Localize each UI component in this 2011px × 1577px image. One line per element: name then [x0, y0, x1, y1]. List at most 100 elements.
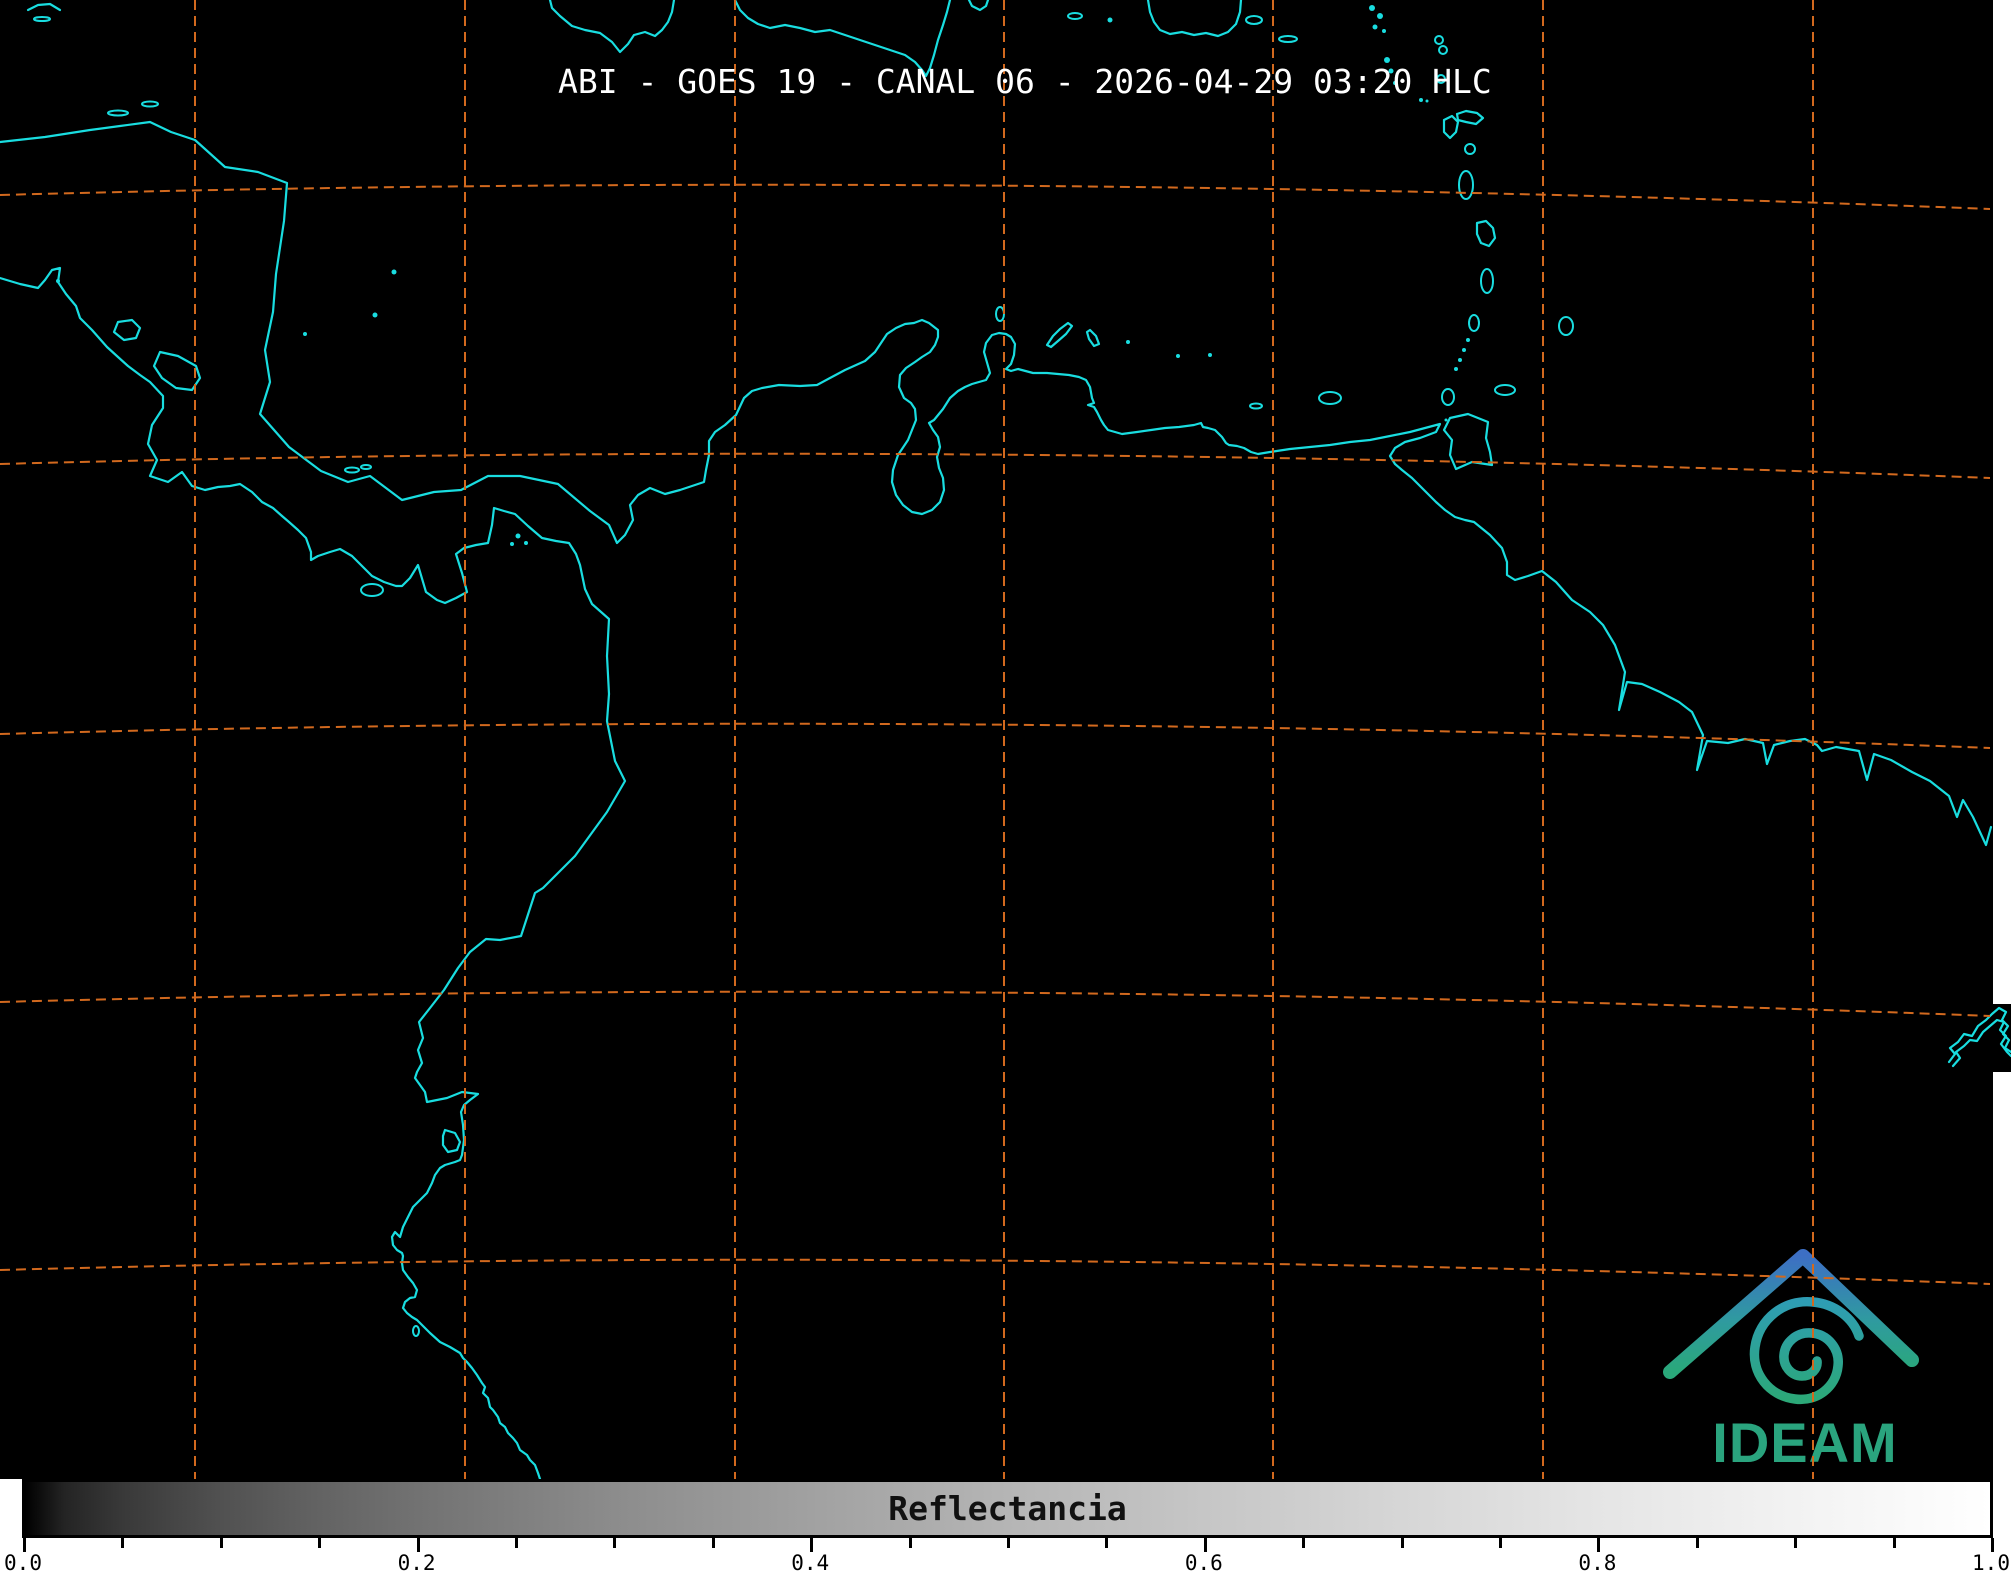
margarita-island: [1318, 391, 1342, 405]
los-roques-1: [1176, 354, 1180, 358]
los-roques-3: [1126, 340, 1130, 344]
marie-galante-island: [1464, 143, 1476, 155]
parallel-gridline: [0, 452, 1991, 479]
colorbar-minor-tick: [121, 1538, 125, 1548]
colorbar-tick-label: 0.2: [397, 1551, 436, 1575]
lobos-island: [412, 1325, 420, 1337]
vieques-island: [1245, 15, 1263, 25]
dominica-island: [1458, 170, 1474, 200]
guadeloupe-east: [1455, 109, 1485, 126]
coastline-jamaica: [548, 0, 676, 54]
colorbar-minor-tick: [908, 1538, 912, 1548]
map-vector-layer: IDEAM: [0, 0, 2011, 1479]
colorbar-minor-tick: [515, 1538, 518, 1548]
coastline-caribbean-mainland: [0, 120, 1993, 847]
curacao: [1045, 321, 1074, 349]
parallel-gridline: [0, 990, 1991, 1017]
coastline-layer: [0, 0, 1993, 1479]
logo-text: IDEAM: [1712, 1411, 1897, 1474]
gridline-layer: [0, 0, 1991, 1479]
chacachacare-islet: [1444, 418, 1448, 422]
grenadines-2: [1462, 348, 1466, 352]
guadeloupe-west: [1442, 114, 1460, 140]
parallel-gridline: [0, 1258, 1991, 1285]
mona-island: [1107, 17, 1113, 23]
grenadines-4: [1454, 367, 1458, 371]
barbuda-island: [1434, 35, 1444, 45]
colorbar-minor-tick: [1499, 1538, 1502, 1548]
colorbar-minor-tick: [1695, 1538, 1699, 1548]
colorbar-minor-tick: [1302, 1538, 1306, 1548]
logo-mountain-icon: [1663, 1249, 1919, 1379]
grenadines-1: [1466, 338, 1470, 342]
fonseca-islet: [56, 279, 60, 283]
colorbar-minor-tick: [1400, 1538, 1404, 1548]
puna-island: [441, 1128, 462, 1154]
parallel-gridline: [0, 722, 1991, 749]
la-tortuga-island: [1249, 402, 1263, 410]
los-roques-2: [1208, 353, 1212, 357]
ideam-logo: IDEAM: [1663, 1249, 1919, 1474]
saona-island: [1067, 12, 1083, 20]
colorbar-major-tick: [810, 1538, 814, 1552]
colorbar-major-tick: [1203, 1538, 1207, 1552]
coastline-hispaniola-east: [967, 0, 990, 12]
antigua-island: [1438, 45, 1448, 55]
lake-managua: [112, 318, 142, 342]
colorbar-tick-label: 0.8: [1578, 1551, 1617, 1575]
roatan-island: [107, 109, 129, 117]
aruba-island: [995, 306, 1005, 322]
colorbar-label: Reflectancia: [888, 1489, 1127, 1528]
colorbar: Reflectancia: [22, 1479, 1993, 1538]
coiba-island: [360, 583, 384, 597]
colorbar-minor-tick: [1892, 1538, 1896, 1548]
colorbar-minor-tick: [219, 1538, 223, 1548]
colorbar-major-tick: [23, 1538, 26, 1552]
colorbar-tick-label: 0.4: [791, 1551, 830, 1575]
st-croix-island: [1278, 35, 1298, 43]
colorbar-tick-label: 0.6: [1184, 1551, 1223, 1575]
colorbar-minor-tick: [1105, 1538, 1109, 1548]
pearl-island-1: [515, 533, 521, 539]
st-vincent-island: [1468, 314, 1480, 332]
colorbar-minor-tick: [613, 1538, 617, 1548]
bocas-islet-1: [344, 466, 360, 474]
corn-island: [303, 332, 307, 336]
st-martin-islet: [1369, 5, 1375, 11]
parallel-gridline: [0, 183, 1991, 210]
logo-swirl-icon: [1749, 1297, 1864, 1405]
pearl-island-3: [510, 542, 514, 546]
image-title: ABI - GOES 19 - CANAL 06 - 2026-04-29 03…: [558, 62, 1492, 101]
colorbar-minor-tick: [1007, 1538, 1010, 1548]
colorbar-minor-tick: [1794, 1538, 1798, 1548]
colorbar-major-tick: [1597, 1538, 1601, 1552]
turneffe-caye: [33, 16, 51, 22]
saba-islet: [1372, 24, 1378, 30]
providencia-island: [391, 269, 397, 275]
statia-islet: [1382, 29, 1386, 33]
colorbar-major-tick: [416, 1538, 420, 1552]
san-andres-island: [372, 312, 378, 318]
st-barth-islet: [1377, 13, 1383, 19]
trinidad: [1442, 412, 1494, 471]
belize-cayes: [26, 2, 62, 12]
st-lucia-island: [1480, 268, 1494, 294]
bocas-islet-2: [360, 464, 372, 470]
colorbar-tick-label: 1.0: [1972, 1551, 2010, 1575]
pearl-island-2: [524, 541, 528, 545]
colorbar-tick-label: 0.0: [4, 1551, 42, 1575]
barbados-island: [1558, 316, 1574, 336]
coastline-puerto-rico: [1146, 0, 1243, 38]
colorbar-minor-tick: [711, 1538, 715, 1548]
colorbar-major-tick: [1991, 1538, 1994, 1552]
grenada-island: [1441, 388, 1455, 406]
tobago-island: [1494, 384, 1516, 396]
guanaja-island: [141, 100, 159, 108]
lake-nicaragua: [152, 350, 202, 392]
grenadines-3: [1458, 358, 1462, 362]
martinique: [1475, 219, 1497, 248]
bonaire: [1085, 328, 1101, 348]
colorbar-minor-tick: [318, 1538, 322, 1548]
coastline-pacific-mainland: [0, 266, 627, 1479]
satellite-product-figure: IDEAM ABI - GOES 19 - CANAL 06 - 2026-04…: [0, 0, 2011, 1577]
